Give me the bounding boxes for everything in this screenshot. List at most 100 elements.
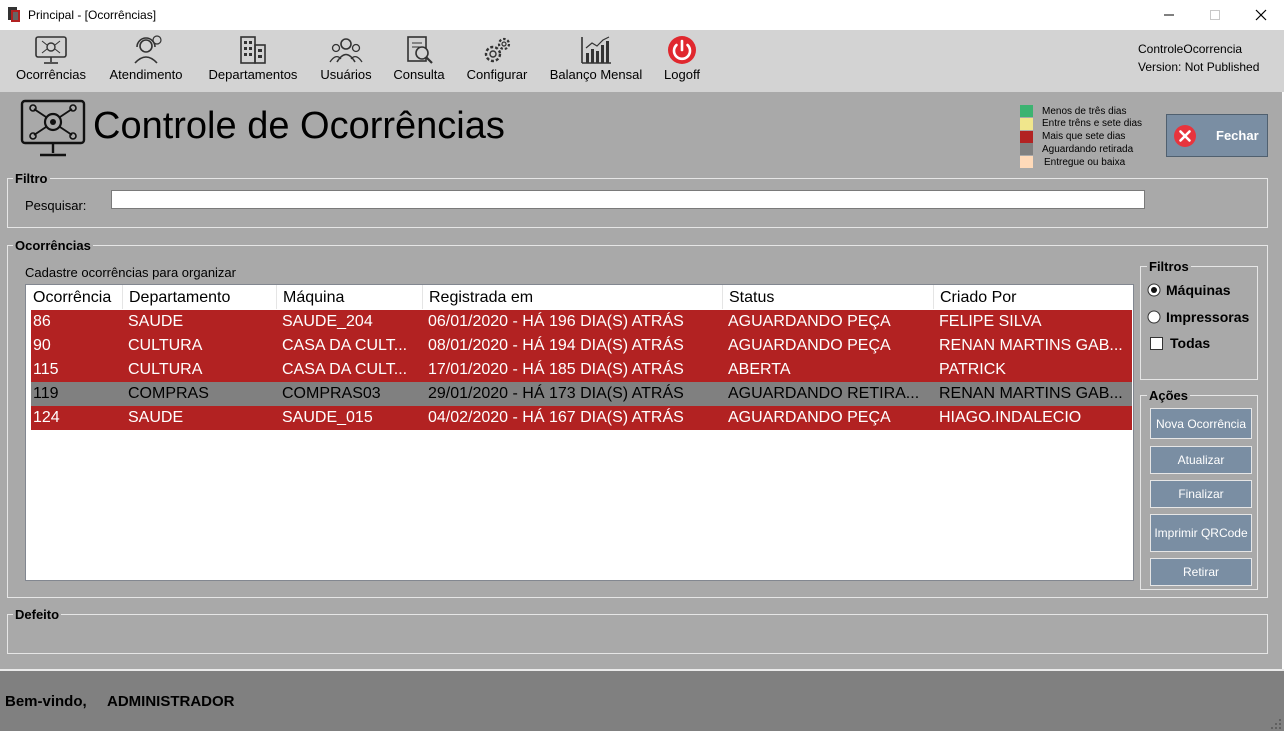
- document-search-icon: [407, 36, 433, 64]
- toolbar-logoff[interactable]: Logoff: [656, 30, 708, 92]
- defect-group: [7, 614, 1268, 654]
- checkbox-todas[interactable]: Todas: [1150, 335, 1210, 351]
- cell-status: AGUARDANDO PEÇA: [728, 313, 891, 330]
- cell-criado-por: PATRICK: [939, 361, 1006, 378]
- minimize-button[interactable]: [1146, 0, 1192, 30]
- cell-status: ABERTA: [728, 361, 791, 378]
- cell-registrada-em: 04/02/2020 - HÁ 167 DIA(S) ATRÁS: [428, 409, 684, 426]
- search-label: Pesquisar:: [25, 198, 87, 213]
- resize-grip-icon[interactable]: [1270, 717, 1282, 735]
- power-icon: [668, 36, 696, 64]
- toolbar-balanco-mensal[interactable]: Balanço Mensal: [544, 30, 648, 92]
- cell-departamento: CULTURA: [128, 361, 203, 378]
- cell-registrada-em: 06/01/2020 - HÁ 196 DIA(S) ATRÁS: [428, 313, 684, 330]
- legend-label: Menos de três dias: [1042, 106, 1127, 117]
- toolbar-label: Atendimento: [109, 67, 183, 82]
- cell-registrada-em: 08/01/2020 - HÁ 194 DIA(S) ATRÁS: [428, 337, 684, 354]
- cell-status: AGUARDANDO PEÇA: [728, 337, 891, 354]
- radio-unchecked-icon: [1147, 310, 1161, 324]
- cell-ocorrencia: 86: [33, 313, 51, 330]
- toolbar-label: Logoff: [664, 67, 700, 82]
- cell-status: AGUARDANDO PEÇA: [728, 409, 891, 426]
- column-header-maquina[interactable]: Máquina: [277, 285, 423, 309]
- radio-impressoras[interactable]: Impressoras: [1147, 309, 1249, 325]
- cell-ocorrencia: 90: [33, 337, 51, 354]
- gears-icon: [484, 37, 511, 63]
- table-row[interactable]: 86 SAUDE SAUDE_204 06/01/2020 - HÁ 196 DIA(…: [31, 310, 1132, 334]
- main-toolbar: Ocorrências Atendimento Departamentos Us…: [0, 30, 1284, 92]
- close-circle-icon: [1174, 124, 1196, 147]
- minimize-icon: [1164, 14, 1174, 16]
- radio-label: Impressoras: [1166, 309, 1250, 325]
- legend-swatch-red: [1020, 131, 1033, 143]
- app-icon: [8, 7, 22, 22]
- filter-group-title: Filtro: [13, 171, 50, 186]
- welcome-text: Bem-vindo,: [5, 693, 87, 710]
- cell-departamento: SAUDE: [128, 313, 184, 330]
- toolbar-usuarios[interactable]: Usuários: [316, 30, 376, 92]
- cell-registrada-em: 17/01/2020 - HÁ 185 DIA(S) ATRÁS: [428, 361, 684, 378]
- atualizar-button[interactable]: Atualizar: [1150, 446, 1252, 474]
- toolbar-label: Balanço Mensal: [549, 67, 643, 82]
- cell-criado-por: RENAN MARTINS GAB...: [939, 337, 1123, 354]
- search-input[interactable]: [111, 190, 1145, 209]
- fechar-label: Fechar: [1216, 128, 1259, 143]
- cell-departamento: CULTURA: [128, 337, 203, 354]
- cell-registrada-em: 29/01/2020 - HÁ 173 DIA(S) ATRÁS: [428, 385, 684, 402]
- cell-maquina: SAUDE_204: [282, 313, 373, 330]
- legend-swatch-yellow: [1020, 118, 1033, 130]
- toolbar-label: Consulta: [393, 67, 445, 82]
- cell-status: AGUARDANDO RETIRA...: [728, 385, 920, 402]
- imprimir-qrcode-button[interactable]: Imprimir QRCode: [1150, 514, 1252, 552]
- legend-swatch-green: [1020, 105, 1033, 117]
- legend-swatch-gray: [1020, 143, 1033, 155]
- maximize-button[interactable]: [1192, 0, 1238, 30]
- cell-criado-por: FELIPE SILVA: [939, 313, 1042, 330]
- cell-criado-por: RENAN MARTINS GAB...: [939, 385, 1123, 402]
- version-info: ControleOcorrencia Version: Not Publishe…: [1138, 40, 1259, 76]
- cell-criado-por: HIAGO.INDALECIO: [939, 409, 1082, 426]
- finalizar-button[interactable]: Finalizar: [1150, 480, 1252, 508]
- toolbar-consulta[interactable]: Consulta: [388, 30, 450, 92]
- nova-ocorrencia-button[interactable]: Nova Ocorrência: [1150, 408, 1252, 439]
- radio-maquinas[interactable]: Máquinas: [1147, 282, 1231, 298]
- cell-ocorrencia: 119: [33, 385, 59, 402]
- column-header-registrada-em[interactable]: Registrada em: [423, 285, 723, 309]
- occurrences-grid[interactable]: Ocorrência Departamento Máquina Registra…: [25, 284, 1134, 581]
- checkbox-unchecked-icon: [1150, 336, 1163, 350]
- toolbar-label: Departamentos: [208, 67, 298, 82]
- cell-maquina: SAUDE_015: [282, 409, 373, 426]
- legend-label: Entregue ou baixa: [1044, 157, 1126, 168]
- close-window-button[interactable]: [1238, 0, 1284, 30]
- retirar-button[interactable]: Retirar: [1150, 558, 1252, 586]
- radio-checked-icon: [1147, 283, 1161, 297]
- app-name: ControleOcorrencia: [1138, 42, 1243, 56]
- bar-chart-icon: [581, 36, 611, 64]
- cell-maquina: CASA DA CULT...: [282, 361, 408, 378]
- defect-group-title: Defeito: [13, 607, 62, 622]
- toolbar-label: Ocorrências: [15, 67, 87, 82]
- toolbar-departamentos[interactable]: Departamentos: [202, 30, 304, 92]
- occurrences-hint: Cadastre ocorrências para organizar: [25, 265, 236, 280]
- column-header-ocorrencia[interactable]: Ocorrência: [27, 285, 123, 309]
- close-icon: [1255, 9, 1267, 21]
- toolbar-label: Configurar: [466, 67, 528, 82]
- cell-ocorrencia: 124: [33, 409, 60, 426]
- users-group-icon: [329, 38, 363, 63]
- legend-swatch-peach: [1020, 156, 1033, 168]
- table-row[interactable]: 115 CULTURA CASA DA CULT... 17/01/2020 - HÁ…: [31, 358, 1132, 382]
- table-row[interactable]: 119 COMPRAS COMPRAS03 29/01/2020 - HÁ 173 D…: [31, 382, 1132, 406]
- column-header-departamento[interactable]: Departamento: [123, 285, 277, 309]
- maximize-icon: [1210, 10, 1220, 20]
- buildings-icon: [240, 36, 266, 64]
- table-row[interactable]: 90 CULTURA CASA DA CULT... 08/01/2020 - HÁ …: [31, 334, 1132, 358]
- column-header-criado-por[interactable]: Criado Por: [934, 285, 1131, 309]
- toolbar-ocorrencias[interactable]: Ocorrências: [10, 30, 92, 92]
- column-header-status[interactable]: Status: [723, 285, 934, 309]
- fechar-button[interactable]: Fechar: [1166, 114, 1268, 157]
- toolbar-atendimento[interactable]: Atendimento: [102, 30, 190, 92]
- toolbar-label: Usuários: [320, 67, 372, 82]
- toolbar-configurar[interactable]: Configurar: [462, 30, 532, 92]
- table-row[interactable]: 124 SAUDE SAUDE_015 04/02/2020 - HÁ 167 DIA…: [31, 406, 1132, 430]
- header-monitor-network-icon: [20, 99, 86, 164]
